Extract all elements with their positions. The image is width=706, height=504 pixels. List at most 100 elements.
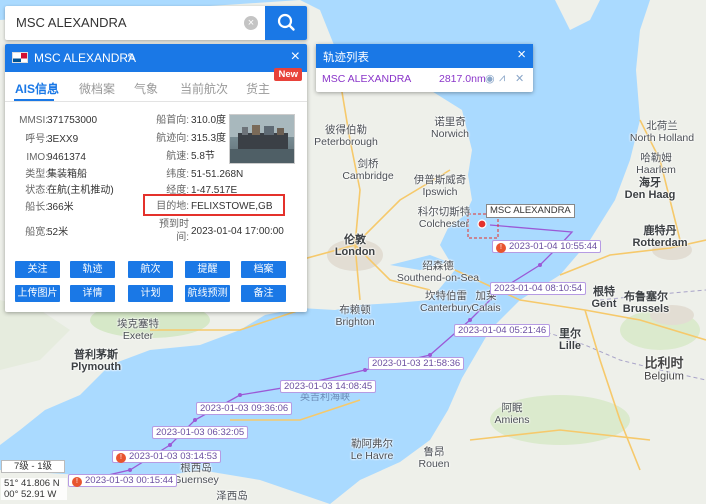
- type-label: 类型:: [25, 169, 48, 180]
- ship-info-panel: MSC ALEXANDRA ✎ × AIS信息 微档案 气象 当前航次 货主 N…: [5, 44, 307, 312]
- eta-label: 预到时 间:: [159, 219, 189, 243]
- mmsi-value: 371753000: [47, 115, 98, 126]
- ship-position-marker: [477, 219, 487, 229]
- imo-value: 9461374: [47, 152, 86, 163]
- voyage-button[interactable]: 航次: [128, 261, 173, 278]
- place-hague: 海牙 Den Haag: [624, 177, 676, 201]
- details-button[interactable]: 详情: [70, 285, 115, 302]
- track-point-icon: !: [116, 453, 126, 463]
- speed-value: 5.8节: [191, 151, 215, 162]
- place-ghent: 根特 Gent: [591, 286, 617, 310]
- search-box: MSC ALEXANDRA ×: [5, 6, 307, 40]
- place-colchester: 科尔切斯特 Colchester: [417, 206, 471, 230]
- type-value: 集装箱船: [47, 169, 87, 180]
- zoom-level: 7级 - 1级: [1, 460, 65, 473]
- place-guernsey: 根西岛 Guernsey: [173, 462, 219, 486]
- chart-icon[interactable]: ⩘: [499, 72, 505, 85]
- track-point-label[interactable]: 2023-01-04 05:21:46: [454, 324, 551, 337]
- place-brighton: 布赖顿 Brighton: [335, 304, 375, 328]
- ship-name: MSC ALEXANDRA: [34, 51, 137, 65]
- place-north-holland: 北荷兰 North Holland: [629, 120, 695, 144]
- track-point-label[interactable]: 2023-01-03 14:08:45: [280, 380, 377, 393]
- panama-flag-icon: [12, 52, 28, 63]
- tab-ais-info[interactable]: AIS信息: [15, 80, 59, 97]
- remove-icon[interactable]: ✕: [515, 72, 524, 85]
- track-list-header: 轨迹列表 ×: [316, 44, 533, 68]
- place-plymouth: 普利茅斯 Plymouth: [70, 349, 122, 373]
- follow-button[interactable]: 关注: [15, 261, 60, 278]
- place-brussels: 布鲁塞尔 Brussels: [622, 291, 670, 315]
- place-peterborough: 彼得伯勒 Peterborough: [314, 124, 378, 148]
- place-exeter: 埃克塞特 Exeter: [117, 318, 159, 342]
- heading-value: 310.0度: [191, 115, 227, 126]
- edit-icon[interactable]: ✎: [127, 51, 136, 64]
- mmsi-label: MMSI:: [19, 115, 48, 126]
- tab-weather[interactable]: 气象: [134, 80, 158, 97]
- beam-value: 52米: [47, 227, 69, 238]
- heading-label: 船首向:: [156, 115, 189, 126]
- tab-current-voyage[interactable]: 当前航次: [180, 80, 228, 97]
- active-tab-underline: [14, 99, 54, 101]
- latitude-label: 纬度:: [166, 169, 189, 180]
- track-distance: 2817.0nm: [439, 73, 486, 85]
- callsign-value: 3EXX9: [47, 134, 79, 145]
- latitude-value: 51-51.268N: [191, 169, 244, 180]
- close-icon[interactable]: ×: [291, 49, 300, 65]
- imo-label: IMO:: [26, 152, 48, 163]
- search-input[interactable]: MSC ALEXANDRA: [16, 15, 127, 30]
- new-badge: New: [274, 68, 302, 81]
- latitude-readout: 51° 41.806 N: [4, 478, 60, 489]
- track-point-icon: !: [496, 243, 506, 253]
- track-point-label[interactable]: ! 2023-01-03 03:14:53: [112, 450, 222, 463]
- cursor-coordinates: 51° 41.806 N 00° 52.91 W: [1, 478, 67, 500]
- track-point-label[interactable]: 2023-01-04 08:10:54: [490, 282, 587, 295]
- destination-highlight-box: [143, 194, 285, 216]
- status-label: 状态:: [25, 185, 48, 196]
- place-southend: 绍森德 Southend-on-Sea: [396, 260, 480, 284]
- status-value: 在航(主机推动): [47, 185, 114, 196]
- track-button[interactable]: 轨迹: [70, 261, 115, 278]
- tab-micro-file[interactable]: 微档案: [79, 80, 115, 97]
- reminder-button[interactable]: 提醒: [185, 261, 230, 278]
- track-point-label[interactable]: 2023-01-03 06:32:05: [152, 426, 249, 439]
- plan-button[interactable]: 计划: [128, 285, 173, 302]
- track-point-label[interactable]: ! 2023-01-04 10:55:44: [492, 240, 602, 253]
- place-jersey: 泽西岛: [216, 490, 248, 502]
- sea-english-channel: 英吉利海峡: [300, 392, 350, 403]
- ship-photo[interactable]: [229, 114, 295, 164]
- place-le-havre: 勒阿弗尔 Le Havre: [350, 438, 394, 462]
- longitude-readout: 00° 52.91 W: [4, 489, 57, 500]
- place-norwich: 诺里奇 Norwich: [431, 116, 469, 140]
- eye-icon[interactable]: ◉: [485, 72, 495, 85]
- track-list-row[interactable]: MSC ALEXANDRA 2817.0nm ◉ ⩘ ✕: [316, 68, 533, 92]
- track-point-label[interactable]: 2023-01-03 21:58:36: [368, 357, 465, 370]
- place-canterbury: 坎特伯雷 Canterbury: [420, 290, 472, 314]
- clear-icon[interactable]: ×: [244, 16, 258, 30]
- course-value: 315.3度: [191, 133, 227, 144]
- track-point-label[interactable]: 2023-01-03 09:36:06: [196, 402, 293, 415]
- ship-panel-header: MSC ALEXANDRA ✎ ×: [5, 44, 307, 72]
- route-prediction-button[interactable]: 航线预测: [185, 285, 230, 302]
- place-london: 伦敦 London: [334, 234, 376, 258]
- upload-photo-button[interactable]: 上传图片: [15, 285, 60, 302]
- archive-button[interactable]: 档案: [241, 261, 286, 278]
- track-ship-name: MSC ALEXANDRA: [322, 73, 412, 85]
- track-list-panel: 轨迹列表 × MSC ALEXANDRA 2817.0nm ◉ ⩘ ✕: [316, 44, 533, 92]
- place-ipswich: 伊普斯威奇 Ipswich: [413, 174, 467, 198]
- place-rotterdam: 鹿特丹 Rotterdam: [632, 225, 688, 249]
- place-cambridge: 剑桥 Cambridge: [342, 158, 394, 182]
- eta-value: 2023-01-04 17:00:00: [191, 226, 284, 237]
- track-point-label[interactable]: ! 2023-01-03 00:15:44: [68, 474, 178, 487]
- search-button[interactable]: [265, 6, 307, 40]
- search-icon: [277, 13, 295, 31]
- close-icon[interactable]: ×: [517, 47, 526, 62]
- place-haarlem: 哈勒姆 Haarlem: [636, 152, 676, 176]
- place-rouen: 鲁昂 Rouen: [418, 446, 450, 470]
- course-label: 航迹向:: [156, 133, 189, 144]
- track-point-icon: !: [72, 477, 82, 487]
- ship-map-label[interactable]: MSC ALEXANDRA: [486, 204, 575, 218]
- tab-cargo-owner[interactable]: 货主: [246, 80, 270, 97]
- length-value: 366米: [47, 202, 74, 213]
- notes-button[interactable]: 备注: [241, 285, 286, 302]
- beam-label: 船宽:: [25, 227, 48, 238]
